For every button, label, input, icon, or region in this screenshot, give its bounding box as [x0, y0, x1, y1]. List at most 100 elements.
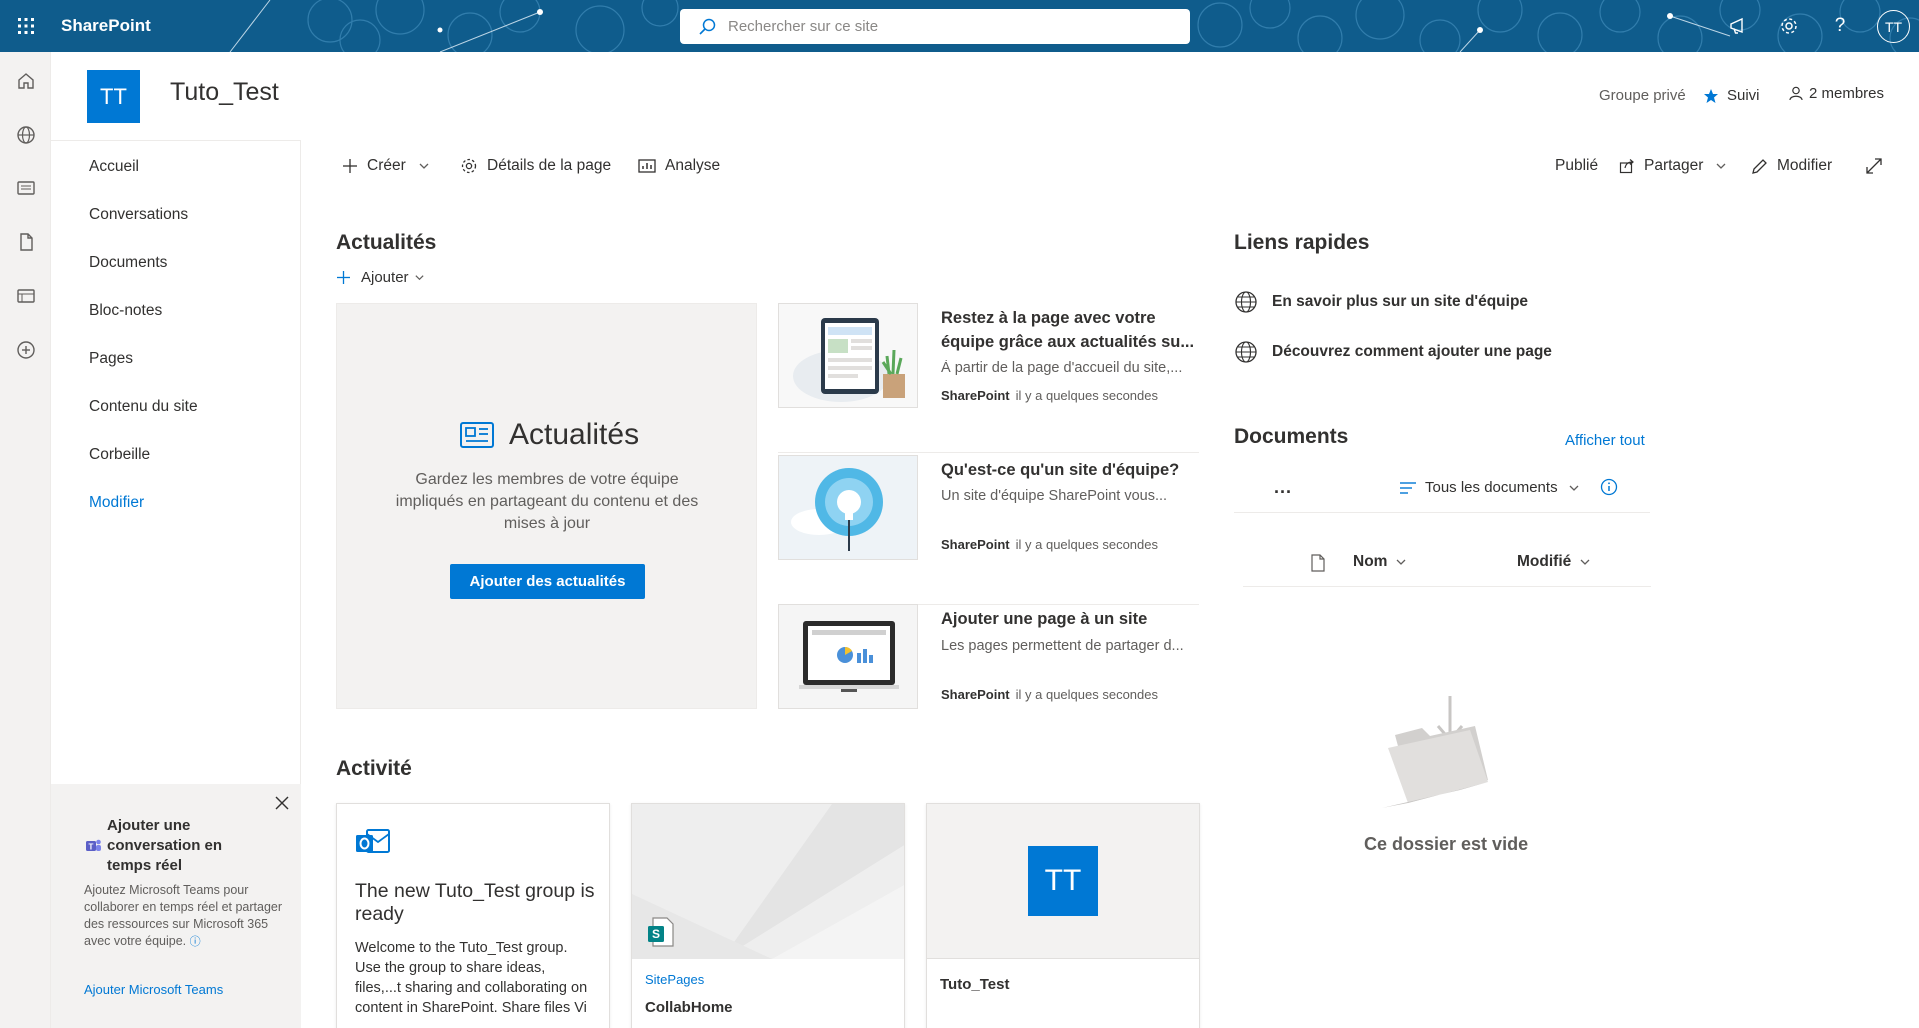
- add-teams-link[interactable]: Ajouter Microsoft Teams: [84, 982, 223, 997]
- column-name-label: Nom: [1353, 553, 1388, 570]
- close-icon[interactable]: [273, 794, 291, 812]
- activity-card[interactable]: S SitePages CollabHome: [631, 803, 905, 1028]
- teams-promo-panel: T Ajouter une conversation en temps réel…: [51, 784, 301, 1028]
- expand-icon[interactable]: [1865, 155, 1892, 177]
- activity-card-type[interactable]: SitePages: [645, 972, 704, 987]
- account-avatar[interactable]: TT: [1877, 10, 1910, 43]
- chevron-down-icon: [1580, 559, 1590, 565]
- teams-promo-title: Ajouter une conversation en temps réel: [107, 817, 223, 874]
- chevron-down-icon: [1396, 559, 1406, 565]
- news-item-time: il y a quelques secondes: [1015, 537, 1158, 552]
- edit-label: Modifier: [1777, 157, 1833, 174]
- quick-link[interactable]: En savoir plus sur un site d'équipe: [1234, 290, 1528, 314]
- activity-card[interactable]: TT Tuto_Test: [926, 803, 1200, 1028]
- more-options-button[interactable]: ...: [1274, 477, 1292, 498]
- activity-card[interactable]: The new Tuto_Test group is ready Welcome…: [336, 803, 610, 1028]
- nav-item-pages[interactable]: Pages: [89, 350, 133, 368]
- nav-item-contenu-du-site[interactable]: Contenu du site: [89, 398, 198, 416]
- app-launcher-icon[interactable]: [0, 0, 52, 52]
- file-icon[interactable]: [13, 229, 38, 254]
- news-item[interactable]: Ajouter une page à un site Les pages per…: [778, 604, 1199, 754]
- analytics-button[interactable]: Analyse: [638, 155, 720, 177]
- news-empty-state: Actualités Gardez les membres de votre é…: [336, 303, 757, 709]
- view-selector[interactable]: Tous les documents: [1399, 479, 1580, 496]
- news-item[interactable]: Qu'est-ce qu'un site d'équipe? Un site d…: [778, 455, 1199, 605]
- svg-text:S: S: [652, 927, 660, 941]
- news-item-desc: À partir de la page d'accueil du site,..…: [941, 360, 1183, 376]
- chevron-down-icon: [1569, 485, 1579, 491]
- news-icon[interactable]: [13, 175, 38, 200]
- search-icon: [699, 18, 716, 35]
- search-box[interactable]: [680, 9, 1190, 44]
- see-all-link[interactable]: Afficher tout: [1565, 432, 1645, 449]
- chevron-down-icon: [414, 275, 424, 281]
- quick-link[interactable]: Découvrez comment ajouter une page: [1234, 340, 1552, 364]
- add-news-button[interactable]: Ajouter des actualités: [450, 564, 645, 599]
- documents-column-header: Nom Modifié: [1243, 541, 1651, 587]
- page-details-label: Détails de la page: [487, 157, 612, 174]
- megaphone-icon[interactable]: [1722, 10, 1754, 42]
- info-icon[interactable]: [1600, 478, 1618, 496]
- nav-item-accueil[interactable]: Accueil: [89, 158, 139, 176]
- nav-item-bloc-notes[interactable]: Bloc-notes: [89, 302, 162, 320]
- view-label: Tous les documents: [1425, 479, 1558, 496]
- activity-card-title: The new Tuto_Test group is ready: [355, 880, 595, 925]
- activity-card-text: Welcome to the Tuto_Test group. Use the …: [355, 940, 588, 1016]
- nav-edit-link[interactable]: Modifier: [89, 494, 144, 512]
- chevron-down-icon: [419, 163, 429, 169]
- analytics-label: Analyse: [665, 157, 721, 174]
- list-icon[interactable]: [13, 283, 38, 308]
- globe-icon[interactable]: [13, 122, 38, 147]
- create-button[interactable]: Créer: [342, 155, 430, 177]
- news-section-title: Actualités: [336, 231, 437, 254]
- teams-promo-text: Ajoutez Microsoft Teams pour collaborer …: [84, 882, 284, 951]
- members-label: 2 membres: [1809, 85, 1885, 102]
- outlook-icon: [356, 829, 390, 853]
- brand-link[interactable]: SharePoint: [61, 16, 151, 36]
- empty-folder-text: Ce dossier est vide: [1364, 834, 1529, 854]
- follow-label: Suivi: [1727, 87, 1760, 104]
- privacy-label: Groupe privé: [1599, 87, 1686, 104]
- info-icon[interactable]: ⓘ: [190, 936, 201, 948]
- share-button[interactable]: Partager: [1619, 155, 1727, 177]
- news-item-time: il y a quelques secondes: [1015, 388, 1158, 403]
- chevron-down-icon: [1716, 163, 1726, 169]
- news-item-time: il y a quelques secondes: [1015, 687, 1158, 702]
- column-modified-header[interactable]: Modifié: [1517, 553, 1591, 571]
- page-details-button[interactable]: Détails de la page: [460, 155, 611, 177]
- news-item-desc: Un site d'équipe SharePoint vous...: [941, 488, 1168, 504]
- news-item-title[interactable]: Qu'est-ce qu'un site d'équipe?: [941, 458, 1199, 482]
- follow-button[interactable]: Suivi: [1703, 87, 1760, 104]
- nav-item-conversations[interactable]: Conversations: [89, 206, 188, 224]
- site-title[interactable]: Tuto_Test: [170, 78, 279, 107]
- home-icon[interactable]: [13, 68, 38, 93]
- globe-icon: [1235, 341, 1257, 363]
- settings-gear-icon[interactable]: [1773, 10, 1805, 42]
- members-button[interactable]: 2 membres: [1789, 85, 1884, 102]
- analytics-icon: [638, 159, 656, 173]
- nav-item-documents[interactable]: Documents: [89, 254, 167, 272]
- site-logo[interactable]: TT: [87, 70, 140, 123]
- news-item-title[interactable]: Restez à la page avec votre équipe grâce…: [941, 306, 1199, 354]
- help-icon[interactable]: ?: [1824, 10, 1856, 42]
- publish-status: Publié: [1555, 157, 1599, 174]
- edit-button[interactable]: Modifier: [1751, 155, 1832, 177]
- news-item-source: SharePoint: [941, 388, 1010, 403]
- empty-folder-illustration: [1382, 696, 1488, 808]
- plus-icon: [337, 271, 350, 284]
- quick-link-label: En savoir plus sur un site d'équipe: [1272, 293, 1529, 310]
- create-circle-icon[interactable]: [13, 337, 38, 362]
- gear-icon: [461, 158, 477, 174]
- column-name-header[interactable]: Nom: [1353, 553, 1407, 571]
- news-thumbnail: [778, 455, 918, 560]
- news-empty-header: Actualités: [459, 418, 639, 452]
- share-label: Partager: [1644, 157, 1704, 174]
- add-news-dropdown[interactable]: Ajouter: [336, 269, 425, 286]
- news-empty-text: Gardez les membres de votre équipe impli…: [395, 471, 699, 532]
- news-item[interactable]: Restez à la page avec votre équipe grâce…: [778, 303, 1199, 453]
- nav-item-corbeille[interactable]: Corbeille: [89, 446, 150, 464]
- news-item-meta: SharePoint il y a quelques secondes: [941, 537, 1158, 552]
- share-icon: [1619, 159, 1634, 174]
- search-input[interactable]: [728, 18, 1148, 35]
- news-item-title[interactable]: Ajouter une page à un site: [941, 607, 1199, 631]
